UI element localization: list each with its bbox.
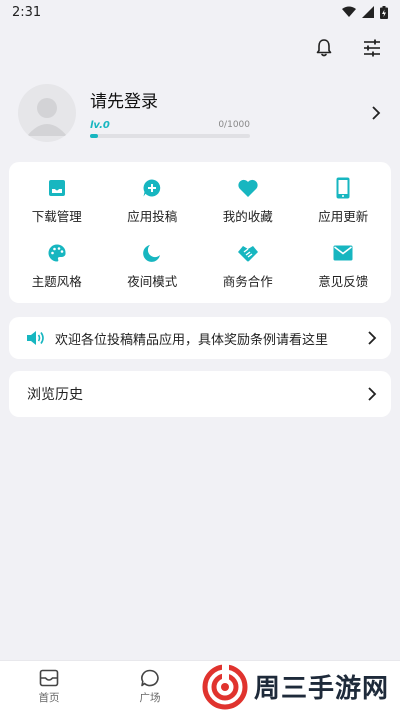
feature-submit-app[interactable]: 应用投稿 (105, 174, 201, 238)
notice-card[interactable]: 欢迎各位投稿精品应用，具体奖励条例请看这里 (9, 317, 391, 359)
wifi-icon (342, 6, 356, 17)
nav-label: 首页 (38, 692, 60, 704)
nav-square[interactable]: 广场 (120, 669, 180, 705)
speaker-icon (27, 331, 44, 345)
bell-icon (316, 39, 332, 57)
chevron-right-icon (372, 106, 381, 120)
avatar[interactable] (18, 84, 76, 142)
phone-icon (331, 176, 355, 200)
chevron-right-icon (368, 331, 377, 345)
feature-favorites[interactable]: 我的收藏 (200, 174, 296, 238)
login-prompt[interactable]: 请先登录 (90, 87, 366, 112)
moon-icon (140, 241, 164, 265)
chevron-right-icon (368, 387, 377, 401)
feature-label: 下载管理 (31, 209, 82, 224)
feature-label: 商务合作 (222, 273, 273, 289)
signal-icon (362, 6, 374, 18)
feature-grid: 下载管理 应用投稿 我的收藏 应用更新 主题风格 夜间模式 商务合作 意见反馈 (9, 162, 391, 303)
feature-label: 应用更新 (318, 209, 369, 224)
palette-icon (45, 241, 69, 265)
default-avatar-icon (27, 98, 67, 136)
feature-feedback[interactable]: 意见反馈 (296, 239, 392, 303)
nav-home[interactable]: 首页 (19, 669, 79, 705)
feature-business-cooperation[interactable]: 商务合作 (200, 239, 296, 303)
battery-icon (380, 5, 388, 19)
profile-header[interactable]: 请先登录 lv.0 0/1000 (18, 84, 388, 142)
handshake-icon (236, 241, 260, 265)
nav-label: 广场 (139, 692, 161, 704)
profile-info: 请先登录 lv.0 0/1000 (90, 89, 366, 138)
level-row: lv.0 0/1000 (90, 120, 250, 131)
level-label: lv.0 (90, 119, 110, 131)
watermark-logo-icon (202, 663, 248, 709)
watermark-text: 周三手游网 (254, 674, 390, 704)
notice-text: 欢迎各位投稿精品应用，具体奖励条例请看这里 (55, 332, 329, 348)
mail-icon (331, 241, 355, 265)
heart-icon (236, 176, 260, 200)
feature-label: 应用投稿 (127, 209, 178, 224)
feature-download-manager[interactable]: 下载管理 (9, 174, 105, 238)
feature-app-updates[interactable]: 应用更新 (296, 174, 392, 238)
sliders-icon (364, 39, 380, 57)
feature-night-mode[interactable]: 夜间模式 (105, 239, 201, 303)
feature-label: 主题风格 (31, 273, 82, 289)
status-time: 2:31 (12, 4, 42, 20)
feature-label: 我的收藏 (222, 209, 273, 224)
feature-theme-style[interactable]: 主题风格 (9, 239, 105, 303)
inbox-icon (45, 176, 69, 200)
chat-bubble-icon (141, 669, 159, 687)
top-actions (312, 36, 384, 60)
history-label: 浏览历史 (27, 387, 83, 403)
profile-arrow[interactable] (366, 103, 386, 123)
home-inbox-icon (39, 669, 59, 687)
browse-history-card[interactable]: 浏览历史 (9, 371, 391, 417)
level-progress-fill (90, 133, 98, 138)
chat-plus-icon (140, 176, 164, 200)
notification-button[interactable] (312, 36, 336, 60)
feature-label: 夜间模式 (127, 273, 178, 289)
status-bar: 2:31 (0, 0, 400, 24)
level-progress-bar (90, 133, 250, 138)
settings-button[interactable] (360, 36, 384, 60)
level-progress-text: 0/1000 (218, 120, 250, 130)
watermark: 周三手游网 (202, 662, 400, 711)
feature-label: 意见反馈 (318, 273, 369, 289)
status-icons (342, 5, 388, 19)
